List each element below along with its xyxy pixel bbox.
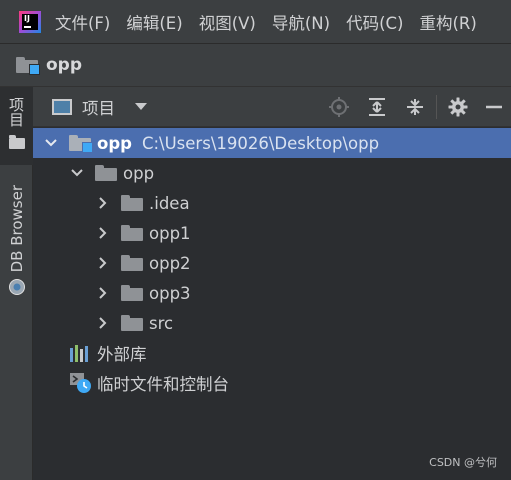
project-view-icon xyxy=(52,98,72,115)
chevron-down-icon[interactable] xyxy=(135,103,147,110)
select-opened-file-button[interactable] xyxy=(320,87,358,127)
breadcrumb-project[interactable]: opp xyxy=(46,55,82,75)
folder-icon xyxy=(121,195,143,211)
project-panel-header: 项目 xyxy=(33,87,511,127)
root-project-path: C:\Users\19026\Desktop\opp xyxy=(141,133,380,153)
tree-module-row[interactable]: opp xyxy=(33,158,511,188)
db-browser-tab-label: DB Browser xyxy=(7,185,26,273)
settings-button[interactable] xyxy=(439,87,477,127)
menu-file[interactable]: 文件(F) xyxy=(55,10,110,34)
project-view-dropdown[interactable]: 项目 xyxy=(82,95,115,119)
chevron-right-icon[interactable] xyxy=(95,255,111,271)
module-name: opp xyxy=(123,163,155,183)
db-browser-tool-tab[interactable]: DB Browser xyxy=(0,185,33,305)
tree-root-row[interactable]: opp C:\Users\19026\Desktop\opp xyxy=(33,128,511,158)
hide-panel-button[interactable] xyxy=(477,87,511,127)
project-panel: 项目 opp C:\Users\19026\Desktop\opp opp .i… xyxy=(33,87,511,480)
folder-icon xyxy=(121,285,143,301)
menu-navigate[interactable]: 导航(N) xyxy=(272,10,330,34)
minimize-icon xyxy=(486,105,502,109)
chevron-down-icon[interactable] xyxy=(69,165,85,181)
tree-folder-row[interactable]: src xyxy=(33,308,511,338)
tree-external-libraries-row[interactable]: 外部库 xyxy=(33,338,511,368)
navigation-bar: opp xyxy=(0,44,511,87)
folder-name: opp2 xyxy=(149,253,191,273)
module-folder-icon xyxy=(69,135,93,153)
chevron-right-icon[interactable] xyxy=(95,315,111,331)
folder-icon xyxy=(95,165,117,181)
crosshair-icon xyxy=(329,97,349,117)
project-tree: opp C:\Users\19026\Desktop\opp opp .idea xyxy=(33,128,511,398)
toolbar-separator xyxy=(436,95,437,119)
menu-view[interactable]: 视图(V) xyxy=(199,10,256,34)
chevron-down-icon[interactable] xyxy=(43,135,59,151)
menu-bar: IJ 文件(F) 编辑(E) 视图(V) 导航(N) 代码(C) 重构(R) xyxy=(0,0,511,44)
folder-icon xyxy=(121,315,143,331)
left-tool-stripe: 项目 DB Browser xyxy=(0,87,33,480)
collapse-all-button[interactable] xyxy=(396,87,434,127)
menu-edit[interactable]: 编辑(E) xyxy=(126,10,182,34)
expand-all-icon xyxy=(369,98,385,116)
folder-name: opp1 xyxy=(149,223,191,243)
folder-icon xyxy=(121,225,143,241)
gear-icon xyxy=(448,97,468,117)
library-icon xyxy=(70,345,88,362)
chevron-right-icon[interactable] xyxy=(95,195,111,211)
menu-refactor[interactable]: 重构(R) xyxy=(419,10,476,34)
folder-name: opp3 xyxy=(149,283,191,303)
folder-name: .idea xyxy=(149,193,190,213)
tree-scratches-row[interactable]: 临时文件和控制台 xyxy=(33,368,511,398)
menu-code[interactable]: 代码(C) xyxy=(346,10,403,34)
ide-window: IJ 文件(F) 编辑(E) 视图(V) 导航(N) 代码(C) 重构(R) o… xyxy=(0,0,511,480)
watermark: CSDN @兮何 xyxy=(429,456,497,469)
project-tool-tab[interactable]: 项目 xyxy=(0,87,33,165)
chevron-right-icon[interactable] xyxy=(95,225,111,241)
project-tool-folder-icon xyxy=(8,135,25,149)
folder-icon xyxy=(121,255,143,271)
panel-toolbar xyxy=(320,87,511,127)
project-tool-tab-label: 项目 xyxy=(7,97,25,127)
root-project-name: opp xyxy=(97,133,132,153)
tree-folder-row[interactable]: .idea xyxy=(33,188,511,218)
folder-name: src xyxy=(149,313,174,333)
project-folder-icon xyxy=(16,57,40,75)
expand-all-button[interactable] xyxy=(358,87,396,127)
external-libraries-label: 外部库 xyxy=(97,345,147,364)
db-browser-icon xyxy=(8,279,25,296)
scratches-console-icon xyxy=(70,373,91,393)
intellij-logo-icon[interactable]: IJ xyxy=(19,10,41,33)
tree-folder-row[interactable]: opp1 xyxy=(33,218,511,248)
scratches-label: 临时文件和控制台 xyxy=(97,375,229,394)
collapse-all-icon xyxy=(407,99,423,115)
tree-folder-row[interactable]: opp2 xyxy=(33,248,511,278)
tree-folder-row[interactable]: opp3 xyxy=(33,278,511,308)
chevron-right-icon[interactable] xyxy=(95,285,111,301)
